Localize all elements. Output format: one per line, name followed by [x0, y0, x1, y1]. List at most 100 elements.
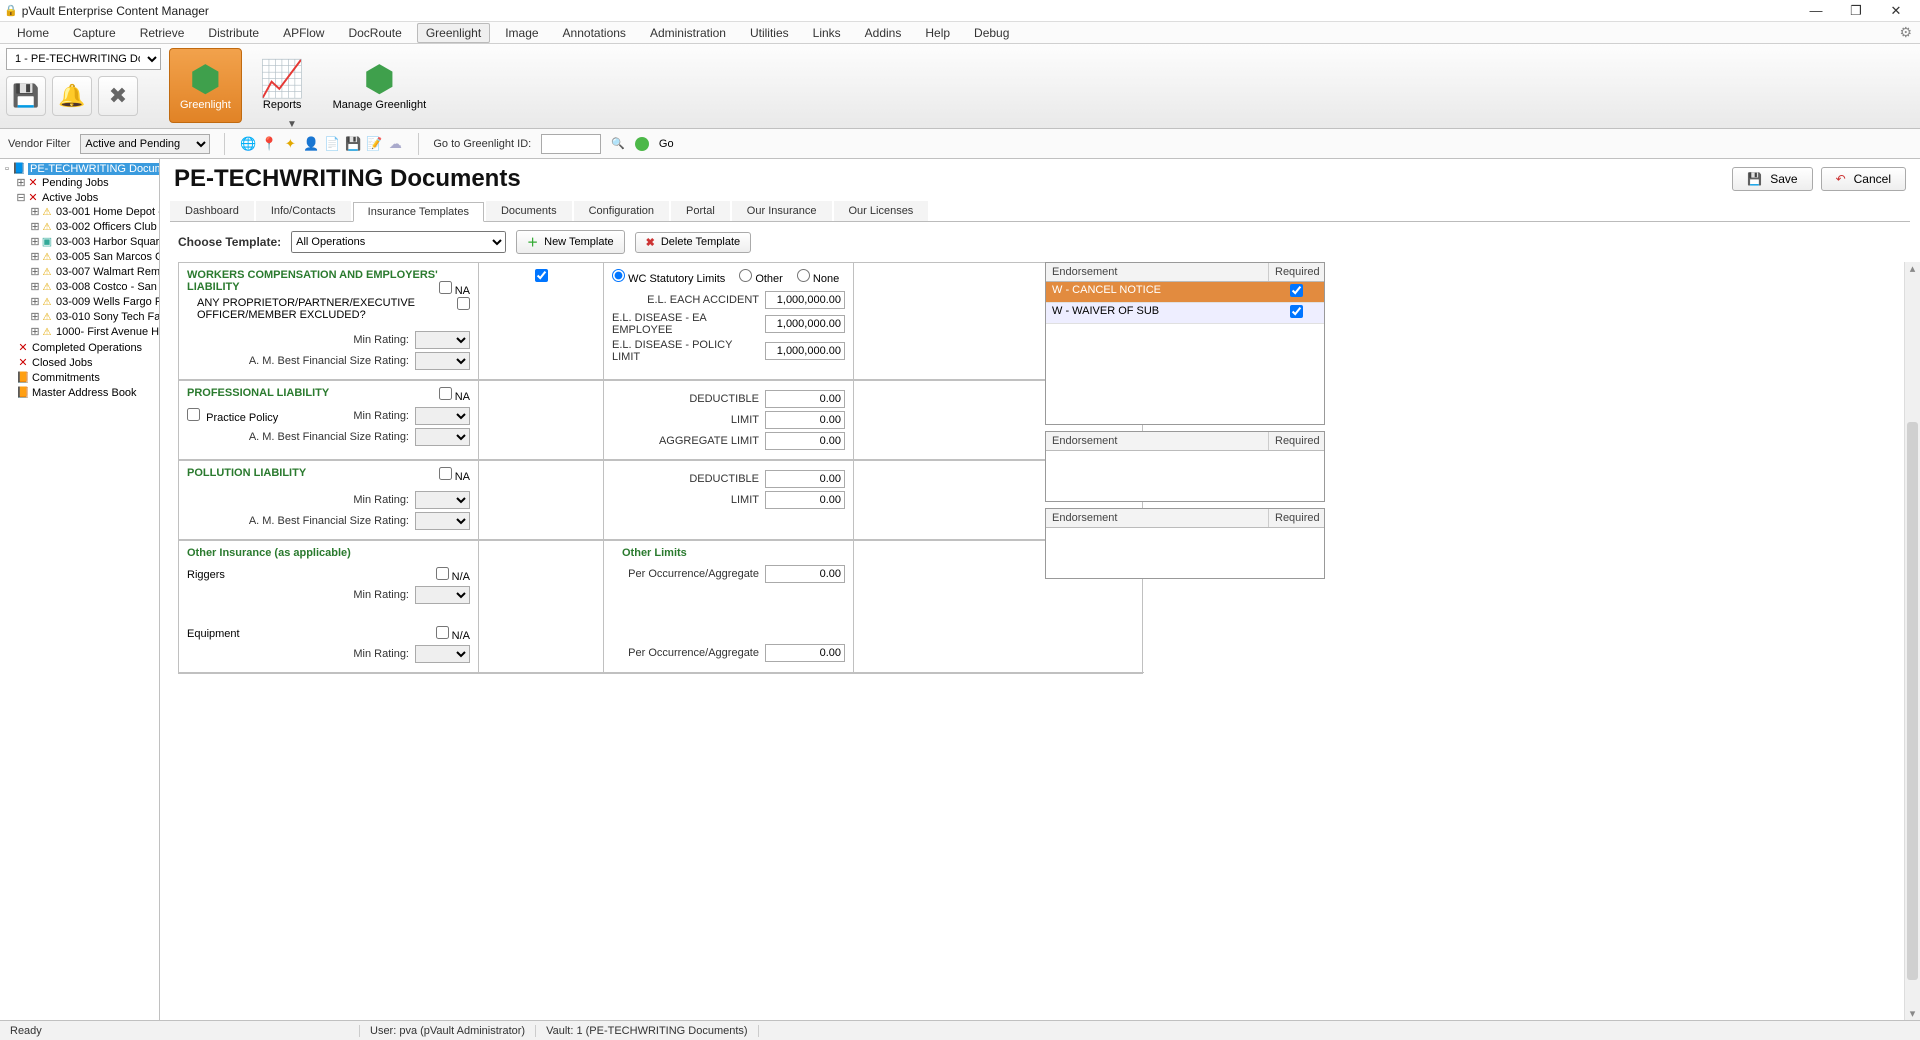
new-template-button[interactable]: ＋New Template	[516, 230, 625, 254]
tree-job[interactable]: 03-007 Walmart Remo	[56, 266, 160, 278]
wc-excluded-checkbox[interactable]	[457, 297, 470, 310]
scroll-up-icon[interactable]: ▴	[1905, 262, 1920, 275]
greenlight-id-input[interactable]	[541, 134, 601, 154]
maximize-button[interactable]: ❐	[1836, 0, 1876, 22]
prof-ambest-select[interactable]	[415, 428, 470, 446]
equip-minrating-select[interactable]	[415, 645, 470, 663]
tree-job[interactable]: 03-010 Sony Tech Fab	[56, 311, 160, 323]
star-icon[interactable]: ✦	[281, 135, 299, 153]
scroll-thumb[interactable]	[1907, 422, 1918, 980]
tree-active[interactable]: Active Jobs	[42, 192, 98, 204]
pol-minrating-select[interactable]	[415, 491, 470, 509]
menu-home[interactable]: Home	[8, 23, 58, 43]
doc-icon[interactable]: 📄	[323, 135, 341, 153]
ribbon-greenlight-button[interactable]: ⬢ Greenlight	[169, 48, 242, 123]
endor-req-checkbox[interactable]	[1290, 284, 1303, 297]
vault-selector[interactable]: 1 - PE-TECHWRITING Documer	[6, 48, 161, 70]
vendor-filter-select[interactable]: Active and Pending	[80, 134, 210, 154]
wc-radio-statutory[interactable]: WC Statutory Limits	[612, 269, 725, 285]
person-icon[interactable]: 👤	[302, 135, 320, 153]
go-button[interactable]: Go	[659, 138, 674, 150]
tab-info[interactable]: Info/Contacts	[256, 201, 351, 221]
equip-poa-input[interactable]	[765, 644, 845, 662]
endor-row[interactable]: W - WAIVER OF SUB	[1046, 303, 1324, 324]
tree-closed[interactable]: Closed Jobs	[32, 357, 93, 369]
floppy-small-icon[interactable]: 💾	[344, 135, 362, 153]
tree-mab[interactable]: Master Address Book	[32, 387, 137, 399]
wc-enable-checkbox[interactable]	[535, 269, 548, 282]
pol-deductible-input[interactable]	[765, 470, 845, 488]
wc-disease-policy-input[interactable]	[765, 342, 845, 360]
search-icon[interactable]: 🔍	[611, 137, 625, 150]
prof-agg-input[interactable]	[765, 432, 845, 450]
riggers-poa-input[interactable]	[765, 565, 845, 583]
tab-documents[interactable]: Documents	[486, 201, 572, 221]
tab-our-licenses[interactable]: Our Licenses	[834, 201, 929, 221]
endor-col-name[interactable]: Endorsement	[1046, 263, 1269, 281]
menu-retrieve[interactable]: Retrieve	[131, 23, 194, 43]
menu-administration[interactable]: Administration	[641, 23, 735, 43]
menu-distribute[interactable]: Distribute	[199, 23, 268, 43]
bell-icon-button[interactable]: 🔔	[52, 76, 92, 116]
riggers-minrating-select[interactable]	[415, 586, 470, 604]
globe-icon[interactable]: 🌐	[239, 135, 257, 153]
cancel-button[interactable]: ↶Cancel	[1821, 167, 1906, 191]
tab-portal[interactable]: Portal	[671, 201, 730, 221]
menu-capture[interactable]: Capture	[64, 23, 125, 43]
minimize-button[interactable]: —	[1796, 0, 1836, 22]
wc-disease-ea-input[interactable]	[765, 315, 845, 333]
pin-icon[interactable]: 📍	[260, 135, 278, 153]
wc-each-accident-input[interactable]	[765, 291, 845, 309]
cloud-icon[interactable]: ☁	[386, 135, 404, 153]
tree-completed[interactable]: Completed Operations	[32, 342, 142, 354]
prof-deductible-input[interactable]	[765, 390, 845, 408]
menu-debug[interactable]: Debug	[965, 23, 1018, 43]
template-select[interactable]: All Operations	[291, 231, 506, 253]
prof-practice-checkbox[interactable]: Practice Policy	[187, 408, 278, 424]
wc-minrating-select[interactable]	[415, 331, 470, 349]
riggers-na-checkbox[interactable]	[436, 567, 449, 580]
menu-apflow[interactable]: APFlow	[274, 23, 333, 43]
pol-na-checkbox[interactable]	[439, 467, 452, 480]
tab-configuration[interactable]: Configuration	[574, 201, 669, 221]
tree-job[interactable]: 03-005 San Marcos Cit	[56, 251, 160, 263]
menu-links[interactable]: Links	[804, 23, 850, 43]
tab-dashboard[interactable]: Dashboard	[170, 201, 254, 221]
tree-job[interactable]: 03-001 Home Depot -	[56, 206, 160, 218]
save-icon-button[interactable]: 💾	[6, 76, 46, 116]
scroll-down-icon[interactable]: ▾	[1905, 1007, 1920, 1020]
close-button[interactable]: ✕	[1876, 0, 1916, 22]
tree-job[interactable]: 03-003 Harbor Square	[56, 236, 160, 248]
save-button[interactable]: 💾Save	[1732, 167, 1812, 191]
prof-limit-input[interactable]	[765, 411, 845, 429]
prof-na-checkbox[interactable]	[439, 387, 452, 400]
tab-insurance-templates[interactable]: Insurance Templates	[353, 202, 484, 222]
equip-na-checkbox[interactable]	[436, 626, 449, 639]
tree-job[interactable]: 1000- First Avenue Hi	[56, 326, 160, 338]
menu-image[interactable]: Image	[496, 23, 547, 43]
tree-pending[interactable]: Pending Jobs	[42, 177, 109, 189]
tree-job[interactable]: 03-008 Costco - San M	[56, 281, 160, 293]
pol-ambest-select[interactable]	[415, 512, 470, 530]
delete-icon-button[interactable]: ✖	[98, 76, 138, 116]
wc-na-checkbox[interactable]	[439, 281, 452, 294]
menu-annotations[interactable]: Annotations	[554, 23, 635, 43]
menu-addins[interactable]: Addins	[856, 23, 911, 43]
menu-utilities[interactable]: Utilities	[741, 23, 798, 43]
menu-help[interactable]: Help	[916, 23, 959, 43]
prof-minrating-select[interactable]	[415, 407, 470, 425]
tree-job[interactable]: 03-002 Officers Club -	[56, 221, 160, 233]
pol-limit-input[interactable]	[765, 491, 845, 509]
tree-commitments[interactable]: Commitments	[32, 372, 100, 384]
gear-icon[interactable]: ⚙	[1899, 24, 1912, 41]
tree-job[interactable]: 03-009 Wells Fargo Re	[56, 296, 160, 308]
tree-root[interactable]: PE-TECHWRITING Documents	[28, 163, 160, 175]
menu-docroute[interactable]: DocRoute	[339, 23, 410, 43]
nav-tree[interactable]: ▫📘PE-TECHWRITING Documents ⊞✕Pending Job…	[0, 159, 160, 1020]
wc-radio-none[interactable]: None	[797, 269, 839, 285]
endor-col-required[interactable]: Required	[1269, 263, 1324, 281]
edit-icon[interactable]: 📝	[365, 135, 383, 153]
tab-our-insurance[interactable]: Our Insurance	[732, 201, 832, 221]
menu-greenlight[interactable]: Greenlight	[417, 23, 490, 43]
endor-req-checkbox[interactable]	[1290, 305, 1303, 318]
